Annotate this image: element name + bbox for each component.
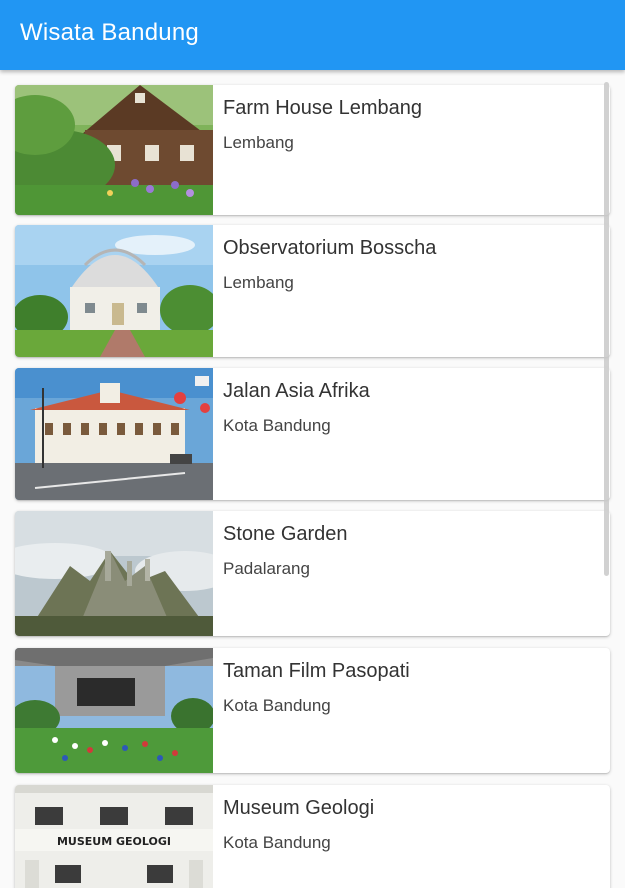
place-location: Kota Bandung <box>223 696 331 715</box>
place-card-stone-garden[interactable]: Stone Garden Padalarang <box>15 511 610 636</box>
places-list[interactable]: Farm House Lembang Lembang Observatorium <box>0 70 625 888</box>
scrollbar[interactable] <box>604 82 609 576</box>
place-image-farm-house <box>15 85 213 215</box>
place-location: Lembang <box>223 133 294 152</box>
place-card-bosscha[interactable]: Observatorium Bosscha Lembang <box>15 225 610 357</box>
place-name: Taman Film Pasopati <box>223 660 410 682</box>
place-image-bosscha <box>15 225 213 357</box>
place-image-asia-afrika <box>15 368 213 500</box>
app-bar-title: Wisata Bandung <box>20 19 199 46</box>
museum-sign-text: MUSEUM GEOLOGI <box>57 835 171 848</box>
place-card-farm-house[interactable]: Farm House Lembang Lembang <box>15 85 610 215</box>
place-name: Jalan Asia Afrika <box>223 380 370 402</box>
place-image-museum-geologi: MUSEUM GEOLOGI <box>15 785 213 888</box>
place-name: Museum Geologi <box>223 797 375 819</box>
place-name: Stone Garden <box>223 523 348 545</box>
place-card-asia-afrika[interactable]: Jalan Asia Afrika Kota Bandung <box>15 368 610 500</box>
place-card-taman-film[interactable]: Taman Film Pasopati Kota Bandung <box>15 648 610 773</box>
place-location: Kota Bandung <box>223 833 331 852</box>
place-image-stone-garden <box>15 511 213 636</box>
place-location: Kota Bandung <box>223 416 331 435</box>
place-location: Padalarang <box>223 559 310 578</box>
app-bar: Wisata Bandung <box>0 0 625 70</box>
place-name: Farm House Lembang <box>223 97 422 119</box>
place-card-museum-geologi[interactable]: MUSEUM GEOLOGI Museum Geologi Kota Bandu… <box>15 785 610 888</box>
place-name: Observatorium Bosscha <box>223 237 437 259</box>
place-location: Lembang <box>223 273 294 292</box>
place-image-taman-film <box>15 648 213 773</box>
